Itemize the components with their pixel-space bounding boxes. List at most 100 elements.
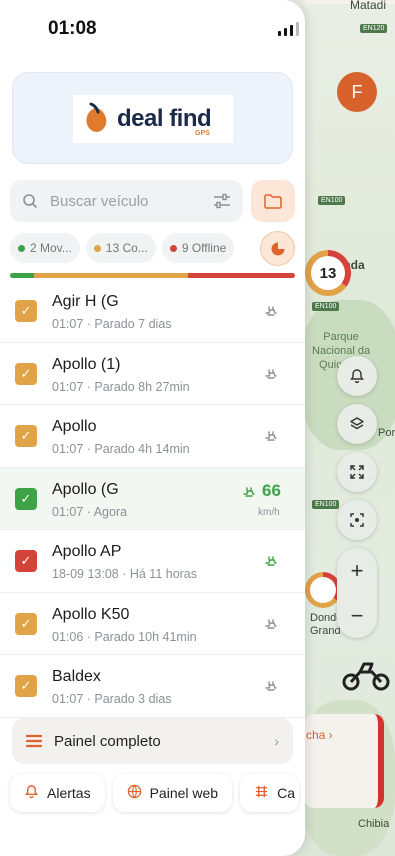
vehicle-row[interactable]: ✓ Apollo K50 01:06 · Parado 10h 41min — [0, 593, 305, 655]
zoom-out-button[interactable]: − — [337, 593, 377, 638]
chip-label: 9 Offline — [181, 241, 227, 255]
road-badge: EN100 — [312, 302, 340, 311]
chip-label: 2 Mov... — [30, 241, 72, 255]
filter-sliders-icon[interactable] — [213, 193, 231, 209]
vehicle-checkbox[interactable]: ✓ — [15, 675, 37, 697]
vehicle-row[interactable]: ✓ Apollo 01:07 · Parado 4h 14min — [0, 405, 305, 468]
status-dot-icon — [169, 244, 177, 252]
status-filter-chips: 2 Mov... 13 Co... 9 Offline — [10, 233, 235, 263]
vehicle-status: Parado 10h 41min — [94, 629, 197, 644]
vehicle-row[interactable]: ✓ Agir H (G 01:07 · Parado 7 dias — [0, 280, 305, 343]
search-icon — [23, 194, 38, 209]
vehicle-drawer: 01:08 deal find GPS Buscar veículo 2 Mov… — [0, 0, 305, 856]
layers-icon — [350, 417, 364, 430]
motorcycle-icon[interactable] — [342, 656, 390, 692]
ignition-icon — [264, 679, 278, 693]
status-filter-chip[interactable]: 13 Co... — [85, 233, 156, 263]
map-label-porto: Porto — [378, 427, 395, 439]
vehicle-checkbox[interactable]: ✓ — [15, 425, 37, 447]
ignition-icon — [264, 617, 278, 631]
full-panel-label: Painel completo — [54, 732, 161, 750]
vehicle-time: 01:07 — [52, 442, 84, 456]
search-placeholder: Buscar veículo — [50, 192, 149, 210]
vehicle-row[interactable]: ✓ Apollo (G 01:07 · Agora 66 km/h — [0, 467, 305, 530]
third-action-button[interactable]: Ca — [240, 774, 299, 812]
vehicle-name: Baldex — [52, 668, 101, 685]
vehicle-time: 01:07 — [52, 504, 84, 519]
status-filter-chip[interactable]: 2 Mov... — [10, 233, 80, 263]
vehicle-speed: 66 — [262, 480, 281, 500]
status-dot-icon — [93, 244, 101, 252]
map-label-chibia: Chibia — [358, 818, 390, 830]
status-bar-segment — [33, 273, 189, 278]
fullscreen-button[interactable] — [337, 452, 377, 492]
globe-icon — [127, 784, 142, 802]
map-label-matadi: Matadi — [350, 0, 387, 12]
chip-label: 13 Co... — [105, 241, 148, 255]
vehicle-name: Apollo — [52, 418, 97, 435]
vehicle-cluster-marker-small[interactable] — [305, 572, 341, 608]
ignition-icon — [264, 304, 278, 318]
vehicle-last-update: 01:07 · Parado 4h 14min — [52, 442, 190, 456]
layers-button[interactable] — [337, 404, 377, 444]
center-location-button[interactable] — [337, 500, 377, 540]
status-summary-button[interactable] — [260, 231, 295, 266]
status-bar-time: 01:08 — [48, 18, 97, 39]
vehicle-name: Agir H (G — [52, 293, 119, 310]
alerts-button[interactable]: Alertas — [10, 774, 105, 812]
full-panel-button[interactable]: Painel completo › — [12, 718, 293, 764]
map-vehicle-card[interactable]: cha › — [304, 714, 384, 808]
vehicle-name: Apollo (1) — [52, 355, 121, 373]
web-panel-button[interactable]: Painel web — [112, 774, 233, 812]
road-badge: EN100 — [318, 196, 346, 205]
pie-chart-icon — [271, 242, 284, 255]
vehicle-row[interactable]: ✓ Apollo AP 18-09 13:08 · Há 11 horas — [0, 530, 305, 593]
road-badge: EN120 — [360, 24, 388, 33]
map-card-label: cha › — [306, 728, 333, 742]
vehicle-status: Agora — [93, 504, 128, 519]
vehicle-status: Há 11 horas — [129, 567, 198, 581]
menu-lines-icon — [26, 734, 42, 748]
vehicle-checkbox[interactable]: ✓ — [15, 487, 37, 510]
bell-icon — [350, 369, 364, 384]
ignition-icon — [242, 485, 256, 499]
vehicle-time: 01:07 — [52, 317, 84, 331]
zoom-in-button[interactable]: + — [337, 548, 377, 593]
ignition-icon — [264, 429, 278, 443]
vehicle-time: 18-09 13:08 — [52, 567, 119, 581]
notification-bell-button[interactable] — [337, 356, 377, 396]
status-filter-chip[interactable]: 9 Offline — [161, 233, 235, 263]
vehicle-last-update: 18-09 13:08 · Há 11 horas — [52, 567, 198, 581]
logo-brand: deal find — [117, 105, 212, 132]
user-avatar[interactable]: F — [337, 72, 377, 112]
vehicle-last-update: 01:07 · Parado 3 dias — [52, 692, 172, 706]
third-action-label: Ca — [277, 785, 295, 801]
vehicle-time: 01:07 — [52, 692, 84, 706]
vehicle-time: 01:07 — [52, 379, 84, 394]
vehicle-status: Parado 7 dias — [94, 317, 172, 331]
ignition-icon — [264, 554, 278, 568]
vehicle-last-update: 01:07 · Agora — [52, 504, 128, 519]
vehicle-name: Apollo (G — [52, 480, 119, 498]
vehicle-last-update: 01:06 · Parado 10h 41min — [52, 629, 197, 644]
alerts-label: Alertas — [47, 785, 91, 801]
vehicle-row[interactable]: ✓ Apollo (1) 01:07 · Parado 8h 27min — [0, 343, 305, 405]
vehicle-checkbox[interactable]: ✓ — [15, 612, 37, 635]
chevron-right-icon: › — [274, 733, 279, 749]
status-dot-icon — [18, 244, 25, 252]
logo: deal find GPS — [73, 95, 233, 143]
search-field[interactable]: Buscar veículo — [10, 180, 243, 222]
vehicle-checkbox[interactable]: ✓ — [15, 550, 37, 572]
vehicle-row[interactable]: ✓ Baldex 01:07 · Parado 3 dias — [0, 655, 305, 718]
logo-tagline: GPS — [195, 130, 210, 137]
status-bar-segment — [10, 273, 34, 278]
groups-folder-button[interactable] — [251, 180, 295, 222]
vehicle-status: Parado 3 dias — [94, 692, 172, 706]
vehicle-checkbox[interactable]: ✓ — [15, 362, 37, 385]
vehicle-last-update: 01:07 · Parado 7 dias — [52, 317, 172, 331]
vehicle-checkbox[interactable]: ✓ — [15, 300, 37, 322]
company-logo-card: deal find GPS — [12, 72, 293, 164]
folder-icon — [264, 193, 282, 209]
expand-icon — [350, 465, 364, 479]
vehicle-cluster-marker[interactable]: 13 — [305, 250, 351, 296]
